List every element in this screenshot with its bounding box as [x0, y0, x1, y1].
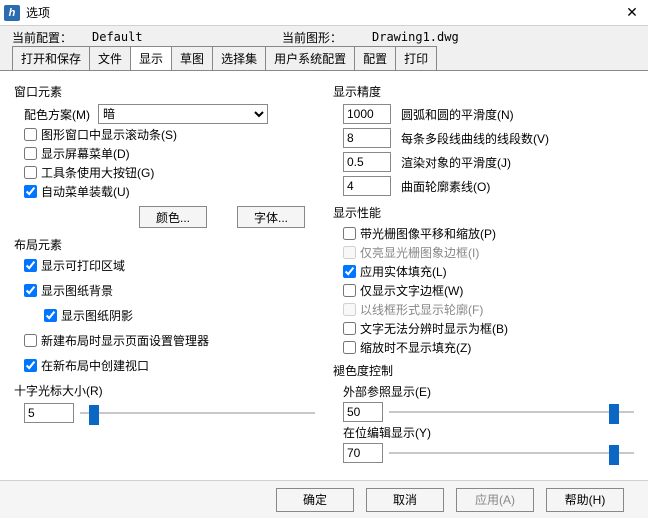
fade-control-title: 褪色度控制	[333, 362, 634, 379]
color-scheme-label: 配色方案(M)	[24, 106, 90, 123]
cb-show-screen-menu[interactable]: 显示屏幕菜单(D)	[24, 145, 315, 162]
arc-circle-smooth-input[interactable]	[343, 104, 391, 124]
inplace-edit-input[interactable]	[343, 443, 383, 463]
cb-apply-solid-fill[interactable]: 应用实体填充(L)	[343, 263, 634, 280]
display-resolution-title: 显示精度	[333, 83, 634, 100]
cb-text-boundary-only[interactable]: 仅显示文字边框(W)	[343, 282, 634, 299]
cb-create-viewport[interactable]: 在新布局中创建视口	[24, 357, 315, 374]
app-icon: h	[4, 5, 20, 21]
drawing-value: Drawing1.dwg	[372, 30, 459, 44]
ok-button[interactable]: 确定	[276, 488, 354, 512]
config-label: 当前配置：	[12, 29, 92, 46]
tab-files[interactable]: 文件	[89, 46, 131, 70]
inplace-edit-slider[interactable]	[389, 445, 634, 461]
fonts-button[interactable]: 字体...	[237, 206, 305, 228]
contour-lines-input[interactable]	[343, 176, 391, 196]
segments-per-polyline-label: 每条多段线曲线的线段数(V)	[401, 130, 549, 147]
tab-print[interactable]: 打印	[395, 46, 437, 70]
segments-per-polyline-input[interactable]	[343, 128, 391, 148]
colors-button[interactable]: 颜色...	[139, 206, 207, 228]
contour-lines-label: 曲面轮廓素线(O)	[401, 178, 490, 195]
display-performance-title: 显示性能	[333, 204, 634, 221]
tab-display[interactable]: 显示	[130, 46, 172, 71]
cb-show-paper-bg[interactable]: 显示图纸背景	[24, 282, 315, 299]
color-scheme-select[interactable]: 暗	[98, 104, 268, 124]
left-column: 窗口元素 配色方案(M) 暗 图形窗口中显示滚动条(S) 显示屏幕菜单(D) 工…	[14, 79, 315, 472]
layout-elements-title: 布局元素	[14, 236, 315, 253]
window-title: 选项	[26, 4, 622, 21]
cb-hide-fill-on-zoom[interactable]: 缩放时不显示填充(Z)	[343, 339, 634, 356]
crosshair-title: 十字光标大小(R)	[14, 382, 315, 399]
close-icon[interactable]: ✕	[622, 3, 642, 23]
drawing-label: 当前图形：	[282, 29, 372, 46]
tab-open-save[interactable]: 打开和保存	[12, 46, 90, 70]
inplace-edit-label: 在位编辑显示(Y)	[343, 424, 634, 441]
info-row: 当前配置： Default 当前图形： Drawing1.dwg	[0, 26, 648, 48]
cb-auto-menu-load[interactable]: 自动菜单装载(U)	[24, 183, 315, 200]
xref-display-input[interactable]	[343, 402, 383, 422]
crosshair-input[interactable]	[24, 403, 74, 423]
crosshair-slider[interactable]	[80, 405, 315, 421]
cb-show-printable-area[interactable]: 显示可打印区域	[24, 257, 315, 274]
right-column: 显示精度 圆弧和圆的平滑度(N) 每条多段线曲线的线段数(V) 渲染对象的平滑度…	[333, 79, 634, 472]
cb-toolbar-large-buttons[interactable]: 工具条使用大按钮(G)	[24, 164, 315, 181]
cb-highlight-raster-frame: 仅亮显光栅图象边框(I)	[343, 244, 634, 261]
cb-show-scrollbars[interactable]: 图形窗口中显示滚动条(S)	[24, 126, 315, 143]
tab-bar: 打开和保存 文件 显示 草图 选择集 用户系统配置 配置 打印	[0, 48, 648, 70]
tab-config[interactable]: 配置	[354, 46, 396, 70]
xref-display-label: 外部参照显示(E)	[343, 383, 634, 400]
tab-sketch[interactable]: 草图	[171, 46, 213, 70]
cb-show-paper-shadow[interactable]: 显示图纸阴影	[44, 307, 315, 324]
cb-wireframe-silhouette: 以线框形式显示轮廓(F)	[343, 301, 634, 318]
titlebar: h 选项 ✕	[0, 0, 648, 26]
config-value: Default	[92, 30, 282, 44]
tab-user-prefs[interactable]: 用户系统配置	[265, 46, 355, 70]
cb-pan-zoom-raster[interactable]: 带光栅图像平移和缩放(P)	[343, 225, 634, 242]
rendered-smooth-input[interactable]	[343, 152, 391, 172]
rendered-smooth-label: 渲染对象的平滑度(J)	[401, 154, 511, 171]
cb-text-as-box[interactable]: 文字无法分辨时显示为框(B)	[343, 320, 634, 337]
cancel-button[interactable]: 取消	[366, 488, 444, 512]
help-button[interactable]: 帮助(H)	[546, 488, 624, 512]
tab-content: 窗口元素 配色方案(M) 暗 图形窗口中显示滚动条(S) 显示屏幕菜单(D) 工…	[0, 70, 648, 480]
arc-circle-smooth-label: 圆弧和圆的平滑度(N)	[401, 106, 514, 123]
dialog-footer: 确定 取消 应用(A) 帮助(H)	[0, 480, 648, 518]
window-elements-title: 窗口元素	[14, 83, 315, 100]
cb-page-setup-mgr[interactable]: 新建布局时显示页面设置管理器	[24, 332, 315, 349]
tab-selection[interactable]: 选择集	[212, 46, 266, 70]
xref-display-slider[interactable]	[389, 404, 634, 420]
apply-button[interactable]: 应用(A)	[456, 488, 534, 512]
